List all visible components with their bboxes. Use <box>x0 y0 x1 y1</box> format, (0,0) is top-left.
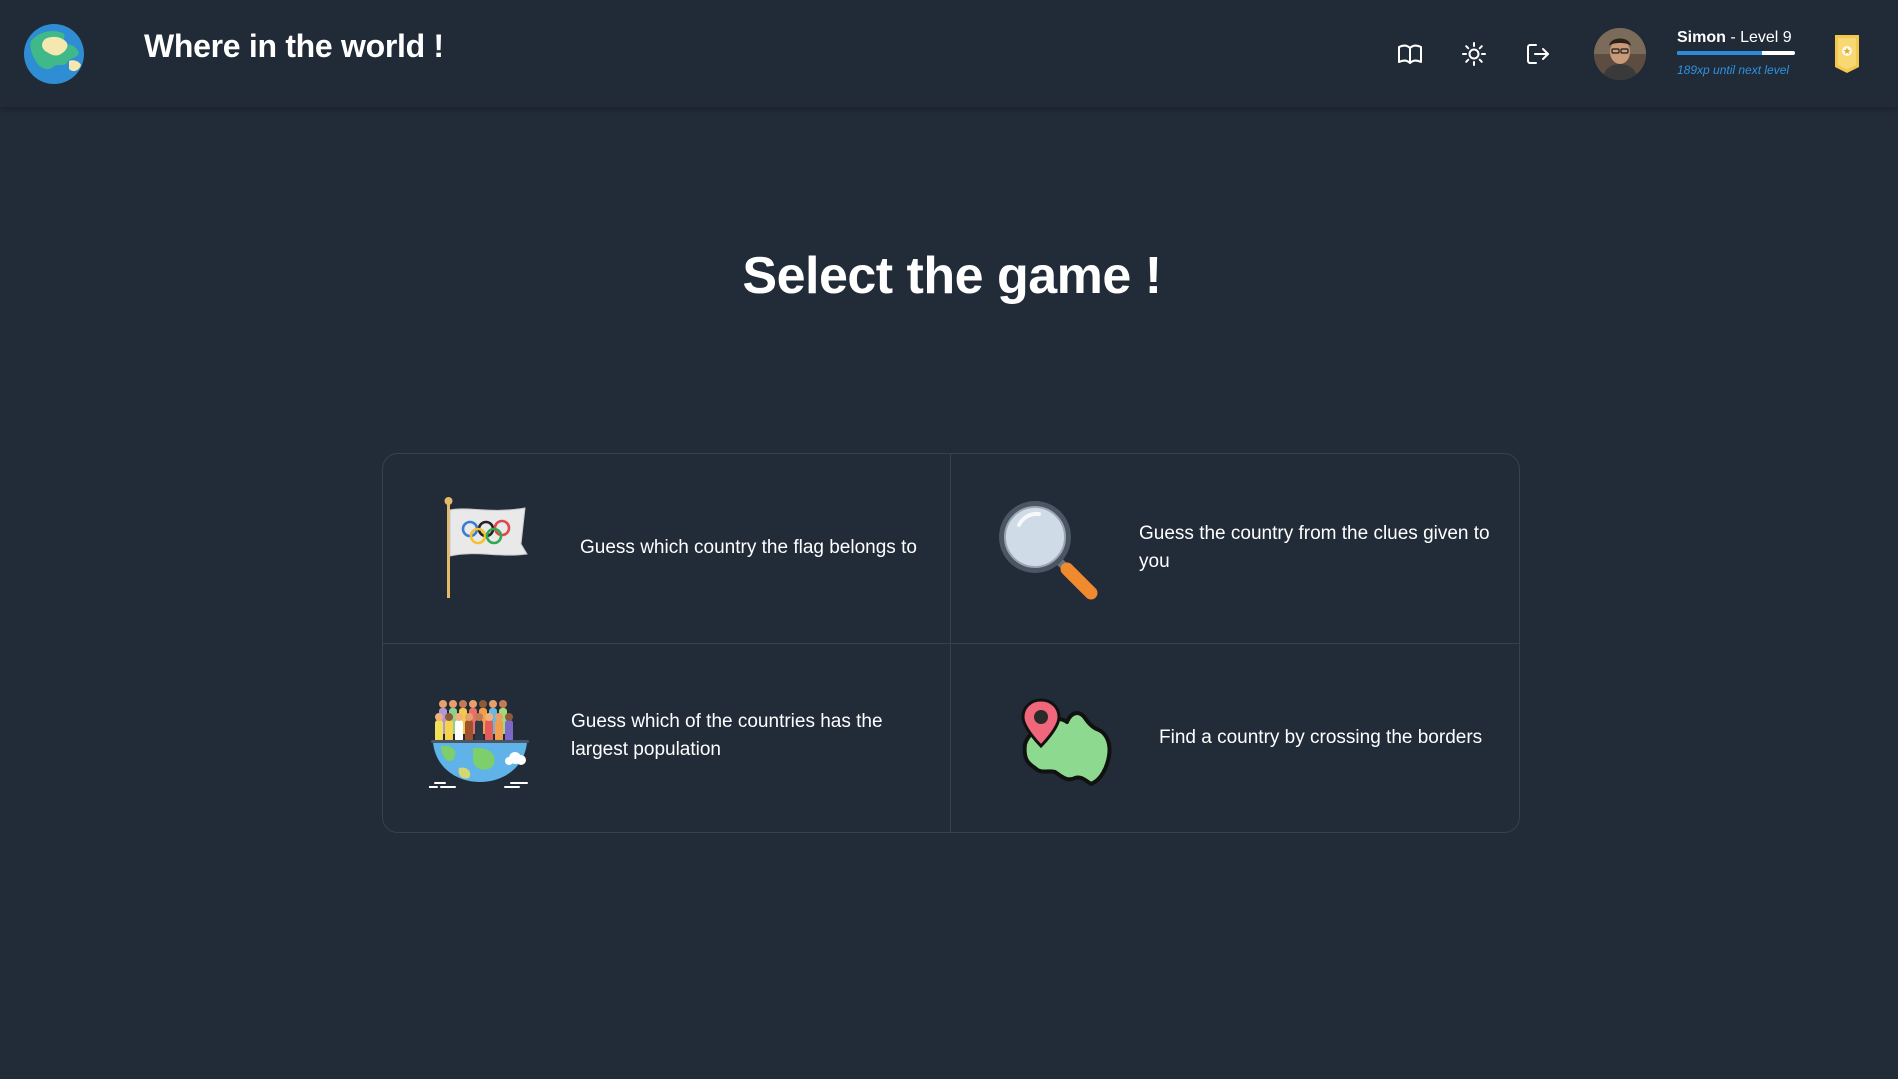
game-label-clues: Guess the country from the clues given t… <box>1139 523 1490 572</box>
magnifying-glass-icon <box>999 501 1098 600</box>
sun-theme-toggle-icon[interactable] <box>1460 40 1488 68</box>
game-card-clues[interactable]: Guess the country from the clues given t… <box>951 454 1519 644</box>
user-level-label: Simon - Level 9 <box>1677 29 1792 47</box>
game-label-flag: Guess which country the flag belongs to <box>580 537 917 558</box>
book-icon[interactable] <box>1396 40 1424 68</box>
app-title: Where in the world ! <box>144 28 444 64</box>
xp-progress-fill <box>1677 51 1762 55</box>
user-avatar-icon <box>1594 28 1646 80</box>
user-level: Level 9 <box>1740 29 1792 46</box>
game-selection-grid: Guess which country the flag belongs to … <box>382 453 1520 833</box>
game-label-borders: Find a country by crossing the borders <box>1159 727 1483 748</box>
globe-logo-icon[interactable] <box>23 23 85 85</box>
game-label-population: Guess which of the countries has the lar… <box>571 711 883 760</box>
page-title: Select the game ! <box>742 247 1162 305</box>
app-header: Where in the world ! Simon - Level 9 189… <box>0 0 1898 107</box>
user-avatar[interactable] <box>1594 28 1646 80</box>
user-name: Simon <box>1677 29 1726 46</box>
logout-icon[interactable] <box>1524 40 1552 68</box>
olympic-flag-icon <box>444 497 528 598</box>
xp-progress-bar <box>1677 51 1795 55</box>
user-separator: - <box>1725 29 1741 46</box>
game-card-flag[interactable]: Guess which country the flag belongs to <box>383 454 951 644</box>
xp-remaining-text: 189xp until next level <box>1677 63 1790 77</box>
game-card-borders[interactable]: Find a country by crossing the borders <box>951 644 1519 832</box>
game-card-population[interactable]: Guess which of the countries has the lar… <box>383 644 951 832</box>
map-pin-country-icon <box>1021 698 1112 786</box>
rank-badge-icon[interactable] <box>1833 33 1861 73</box>
population-globe-icon <box>429 700 529 788</box>
